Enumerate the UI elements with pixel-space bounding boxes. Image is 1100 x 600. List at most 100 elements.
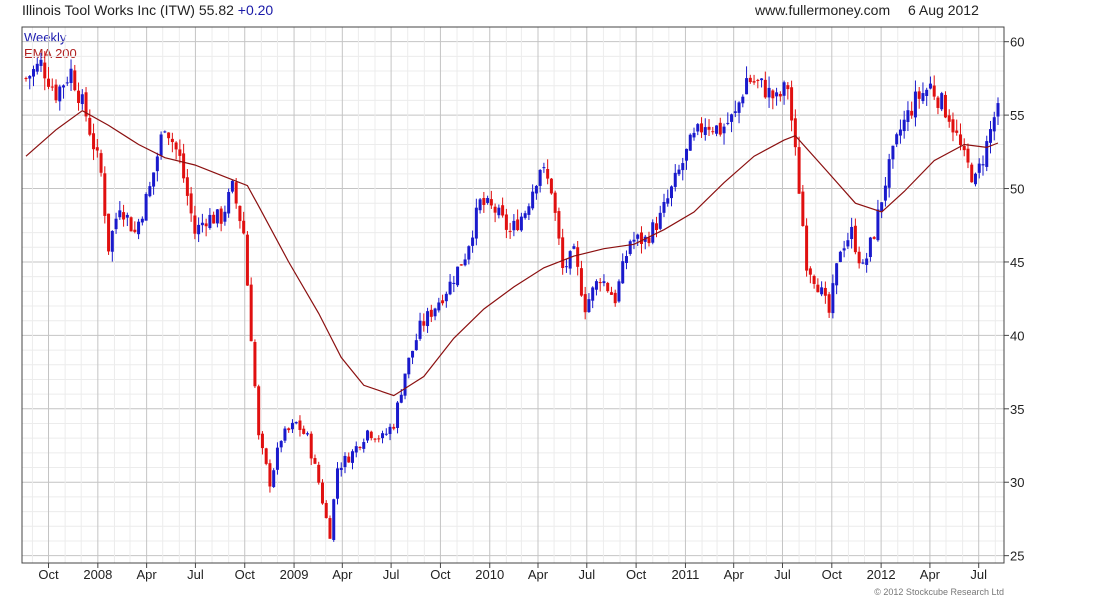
candle-body [486,198,490,203]
candle-body [594,281,598,290]
candle-body [549,178,553,194]
candle-body [257,386,261,436]
candle-body [572,246,576,249]
candle-body [99,153,103,173]
candle-body [148,186,152,197]
x-tick-label: Jul [383,567,400,582]
candle-body [598,282,602,284]
candle-body [801,191,805,226]
candle-body [538,169,542,186]
candle-body [895,134,899,145]
candle-body [159,134,163,156]
candle-body [985,141,989,167]
candle-body [313,458,317,464]
candle-body [47,78,51,87]
candle-body [482,197,486,205]
candle-body [797,147,801,194]
candle-body [230,180,234,192]
candle-body [609,292,613,295]
candle-body [118,210,122,218]
candle-body [808,268,812,275]
candle-body [298,420,302,430]
candle-body [703,127,707,135]
y-tick-label: 55 [1010,108,1024,123]
candle-body [696,124,700,132]
candle-body [988,129,992,143]
candle-body [242,220,246,234]
candle-body [932,85,936,97]
candle-body [167,132,171,139]
candle-body [366,430,370,441]
candle-body [504,214,508,230]
candle-body [872,237,876,239]
candle-body [73,70,77,91]
candle-body [977,163,981,173]
candle-body [992,117,996,132]
candle-body [212,214,216,224]
candle-body [662,202,666,213]
candle-body [152,172,156,187]
candle-body [606,282,610,292]
candle-body [456,266,460,286]
candle-body [943,94,947,118]
candle-body [958,134,962,146]
candle-body [433,308,437,317]
x-tick-label: Apr [724,567,745,582]
candle-body [726,122,730,124]
candle-body [542,167,546,169]
candle-body [861,262,865,264]
candle-body [227,192,231,214]
candle-body [24,78,28,80]
y-tick-label: 25 [1010,549,1024,564]
candle-body [756,79,760,81]
candle-body [681,163,685,171]
candle-body [523,213,527,218]
candle-body [700,123,704,133]
candle-body [324,502,328,519]
x-tick-label: 2009 [280,567,309,582]
candle-body [302,428,306,434]
candle-body [823,287,827,296]
candle-body [103,173,107,216]
candle-body [35,63,39,72]
candle-body [170,138,174,143]
candle-body [392,426,396,429]
y-tick-label: 35 [1010,402,1024,417]
candle-body [782,82,786,96]
candle-body [426,311,430,327]
candle-body [309,433,313,459]
candle-body [448,281,452,295]
candle-body [835,263,839,286]
x-axis: Oct 2008 Apr Jul Oct 2009 Apr Jul Oct 2010 Apr Jul O… [38,563,987,582]
candle-body [223,211,227,222]
x-tick-label: Oct [626,567,647,582]
candle-body [110,231,114,252]
candle-body [125,214,129,218]
candle-body [185,177,189,196]
candle-body [553,192,557,213]
candle-body [88,117,92,135]
candle-body [335,468,339,499]
candle-body [602,281,606,284]
candle-body [846,240,850,247]
candle-body [200,222,204,226]
candle-body [737,102,741,113]
candle-body [396,402,400,428]
candle-body [527,206,531,215]
candle-body [317,464,321,483]
candle-body [857,251,861,264]
candle-body [489,199,493,206]
candle-body [444,293,448,302]
candle-body [508,230,512,232]
candle-body [632,239,636,242]
candle-body [253,342,257,387]
candle-body [193,215,197,234]
candle-body [65,82,69,84]
candle-body [853,225,857,253]
candle-body [418,320,422,339]
candle-body [204,223,208,227]
candle-body [459,264,463,266]
candle-body [910,110,914,116]
candle-body [771,90,775,99]
y-axis: 25 30 35 40 45 50 55 60 [1004,35,1024,564]
